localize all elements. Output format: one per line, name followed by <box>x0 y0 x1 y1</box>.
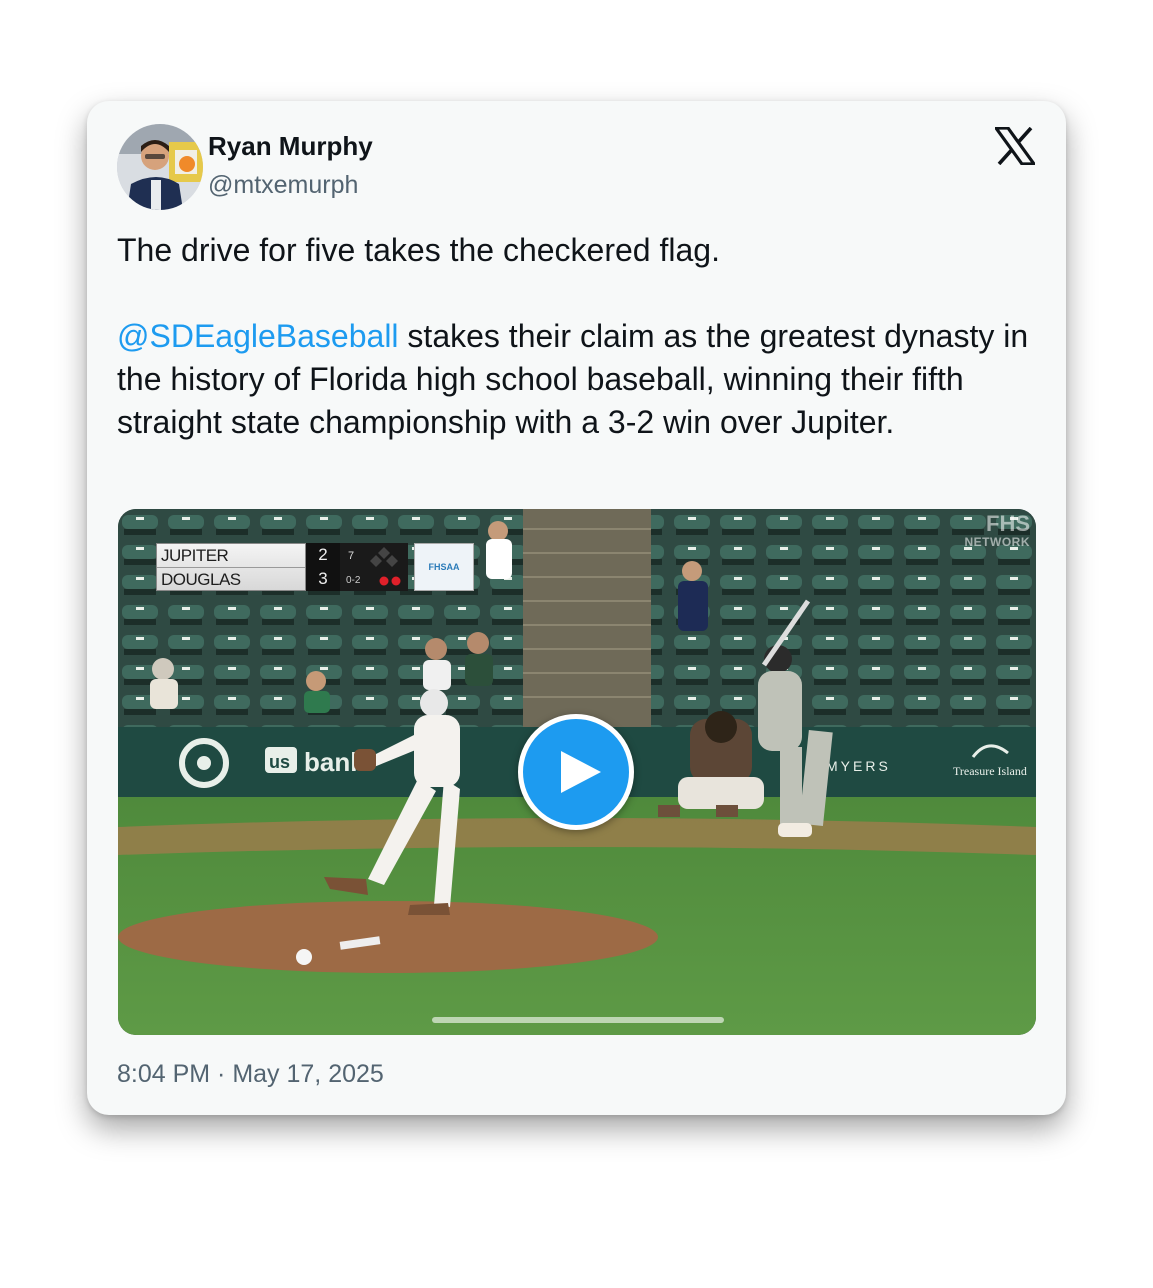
scorebug-scores: 2 3 <box>306 543 340 591</box>
scorebug-teams: JUPITER DOUGLAS <box>156 543 306 591</box>
svg-text:us: us <box>269 752 290 772</box>
tweet-paragraph-2: @SDEagleBaseball stakes their claim as t… <box>117 315 1037 444</box>
avatar[interactable] <box>117 124 203 210</box>
mention-link[interactable]: @SDEagleBaseball <box>117 318 399 354</box>
tweet-line-1: The drive for five takes the checkered f… <box>117 232 720 268</box>
video-player[interactable]: us bank MYERS Treasure Island JUPITER DO… <box>118 509 1036 1035</box>
tweet-card: Ryan Murphy @mtxemurph The drive for fiv… <box>87 101 1066 1115</box>
author-handle[interactable]: @mtxemurph <box>208 171 358 200</box>
team-2: DOUGLAS <box>157 567 305 591</box>
svg-text:7: 7 <box>348 550 354 562</box>
scorebug-state: 7 0-2 <box>340 543 408 591</box>
svg-text:Treasure Island: Treasure Island <box>953 764 1027 778</box>
score-2: 3 <box>318 569 328 588</box>
play-icon <box>561 751 601 793</box>
stage: Ryan Murphy @mtxemurph The drive for fiv… <box>0 0 1153 1288</box>
x-logo-icon[interactable] <box>992 126 1038 166</box>
video-progress-bar[interactable] <box>432 1017 724 1023</box>
network-logo: FHS NETWORK <box>964 513 1031 551</box>
fhsaa-logo: FHSAA <box>414 543 474 591</box>
team-1: JUPITER <box>161 546 229 565</box>
author-name[interactable]: Ryan Murphy <box>208 131 373 162</box>
svg-text:MYERS: MYERS <box>826 758 891 774</box>
scorebug: JUPITER DOUGLAS 2 3 7 0-2 FHSAA <box>156 543 474 591</box>
score-1: 2 <box>318 545 328 564</box>
tweet-timestamp[interactable]: 8:04 PM · May 17, 2025 <box>117 1060 384 1089</box>
network-logo-sub: NETWORK <box>964 535 1030 549</box>
avatar-photo <box>117 124 203 210</box>
ball-strike-count: 0-2 <box>346 575 361 586</box>
tweet-text: The drive for five takes the checkered f… <box>117 229 1037 444</box>
play-button[interactable] <box>518 714 634 830</box>
